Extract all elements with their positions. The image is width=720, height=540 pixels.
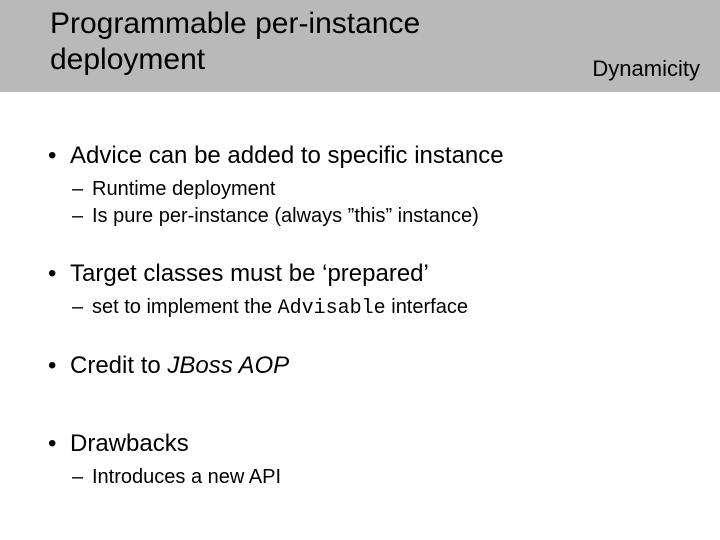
bullet-2-sub-1-a: set to implement the <box>92 296 278 318</box>
bullet-1: Advice can be added to specific instance <box>70 142 690 170</box>
bullet-1-sub-2: Is pure per-instance (always ”this” inst… <box>92 203 690 230</box>
bullet-1-sub-1: Runtime deployment <box>92 176 690 203</box>
slide-content: Advice can be added to specific instance… <box>0 92 720 511</box>
bullet-4: Drawbacks <box>70 430 690 458</box>
bullet-1-sublist: Runtime deployment Is pure per-instance … <box>92 176 690 230</box>
bullet-4-sub-1: Introduces a new API <box>92 464 690 491</box>
bullet-2-sub-1-b: interface <box>386 296 468 318</box>
bullet-3: Credit to JBoss AOP <box>70 352 690 380</box>
bullet-2-sublist: set to implement the Advisable interface <box>92 294 690 322</box>
bullet-2: Target classes must be ‘prepared’ <box>70 260 690 288</box>
bullet-3-a: Credit to <box>70 352 167 379</box>
slide-tag: Dynamicity <box>592 56 700 82</box>
bullet-4-sublist: Introduces a new API <box>92 464 690 491</box>
slide-title: Programmable per-instance deployment <box>50 6 480 78</box>
slide-header: Programmable per-instance deployment Dyn… <box>0 0 720 92</box>
bullet-2-sub-1-code: Advisable <box>278 297 386 320</box>
bullet-3-b: JBoss AOP <box>167 352 289 379</box>
bullet-2-sub-1: set to implement the Advisable interface <box>92 294 690 322</box>
